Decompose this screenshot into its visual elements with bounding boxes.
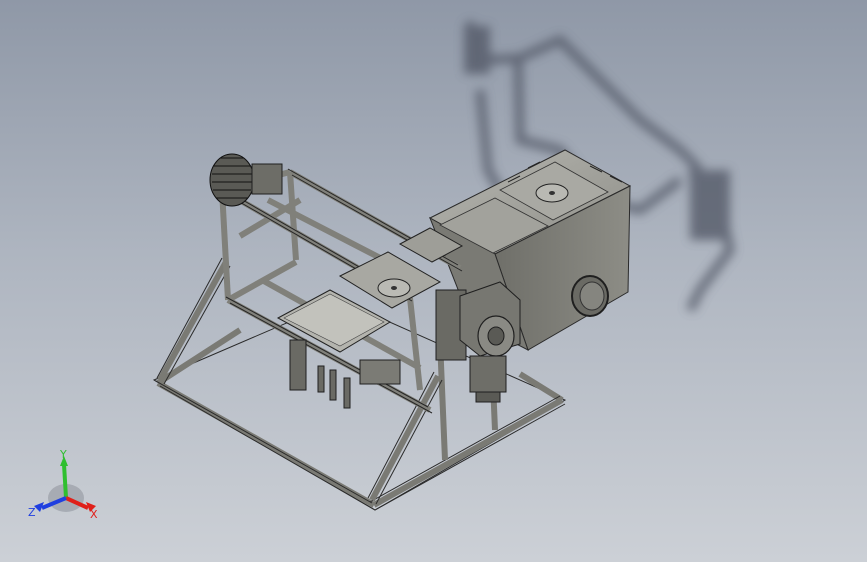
graphics-viewport[interactable]: Y X Z — [0, 0, 867, 562]
assembly-model[interactable] — [0, 0, 867, 562]
tray-plates[interactable] — [276, 227, 464, 353]
z-axis-label: Z — [28, 506, 36, 519]
drive-gear[interactable] — [209, 153, 283, 207]
gear-motor[interactable] — [435, 281, 521, 403]
tilt-frame[interactable] — [219, 168, 463, 414]
x-axis-label: X — [90, 508, 98, 521]
y-axis-label: Y — [59, 448, 67, 461]
orientation-triad[interactable]: Y X Z — [24, 446, 108, 526]
